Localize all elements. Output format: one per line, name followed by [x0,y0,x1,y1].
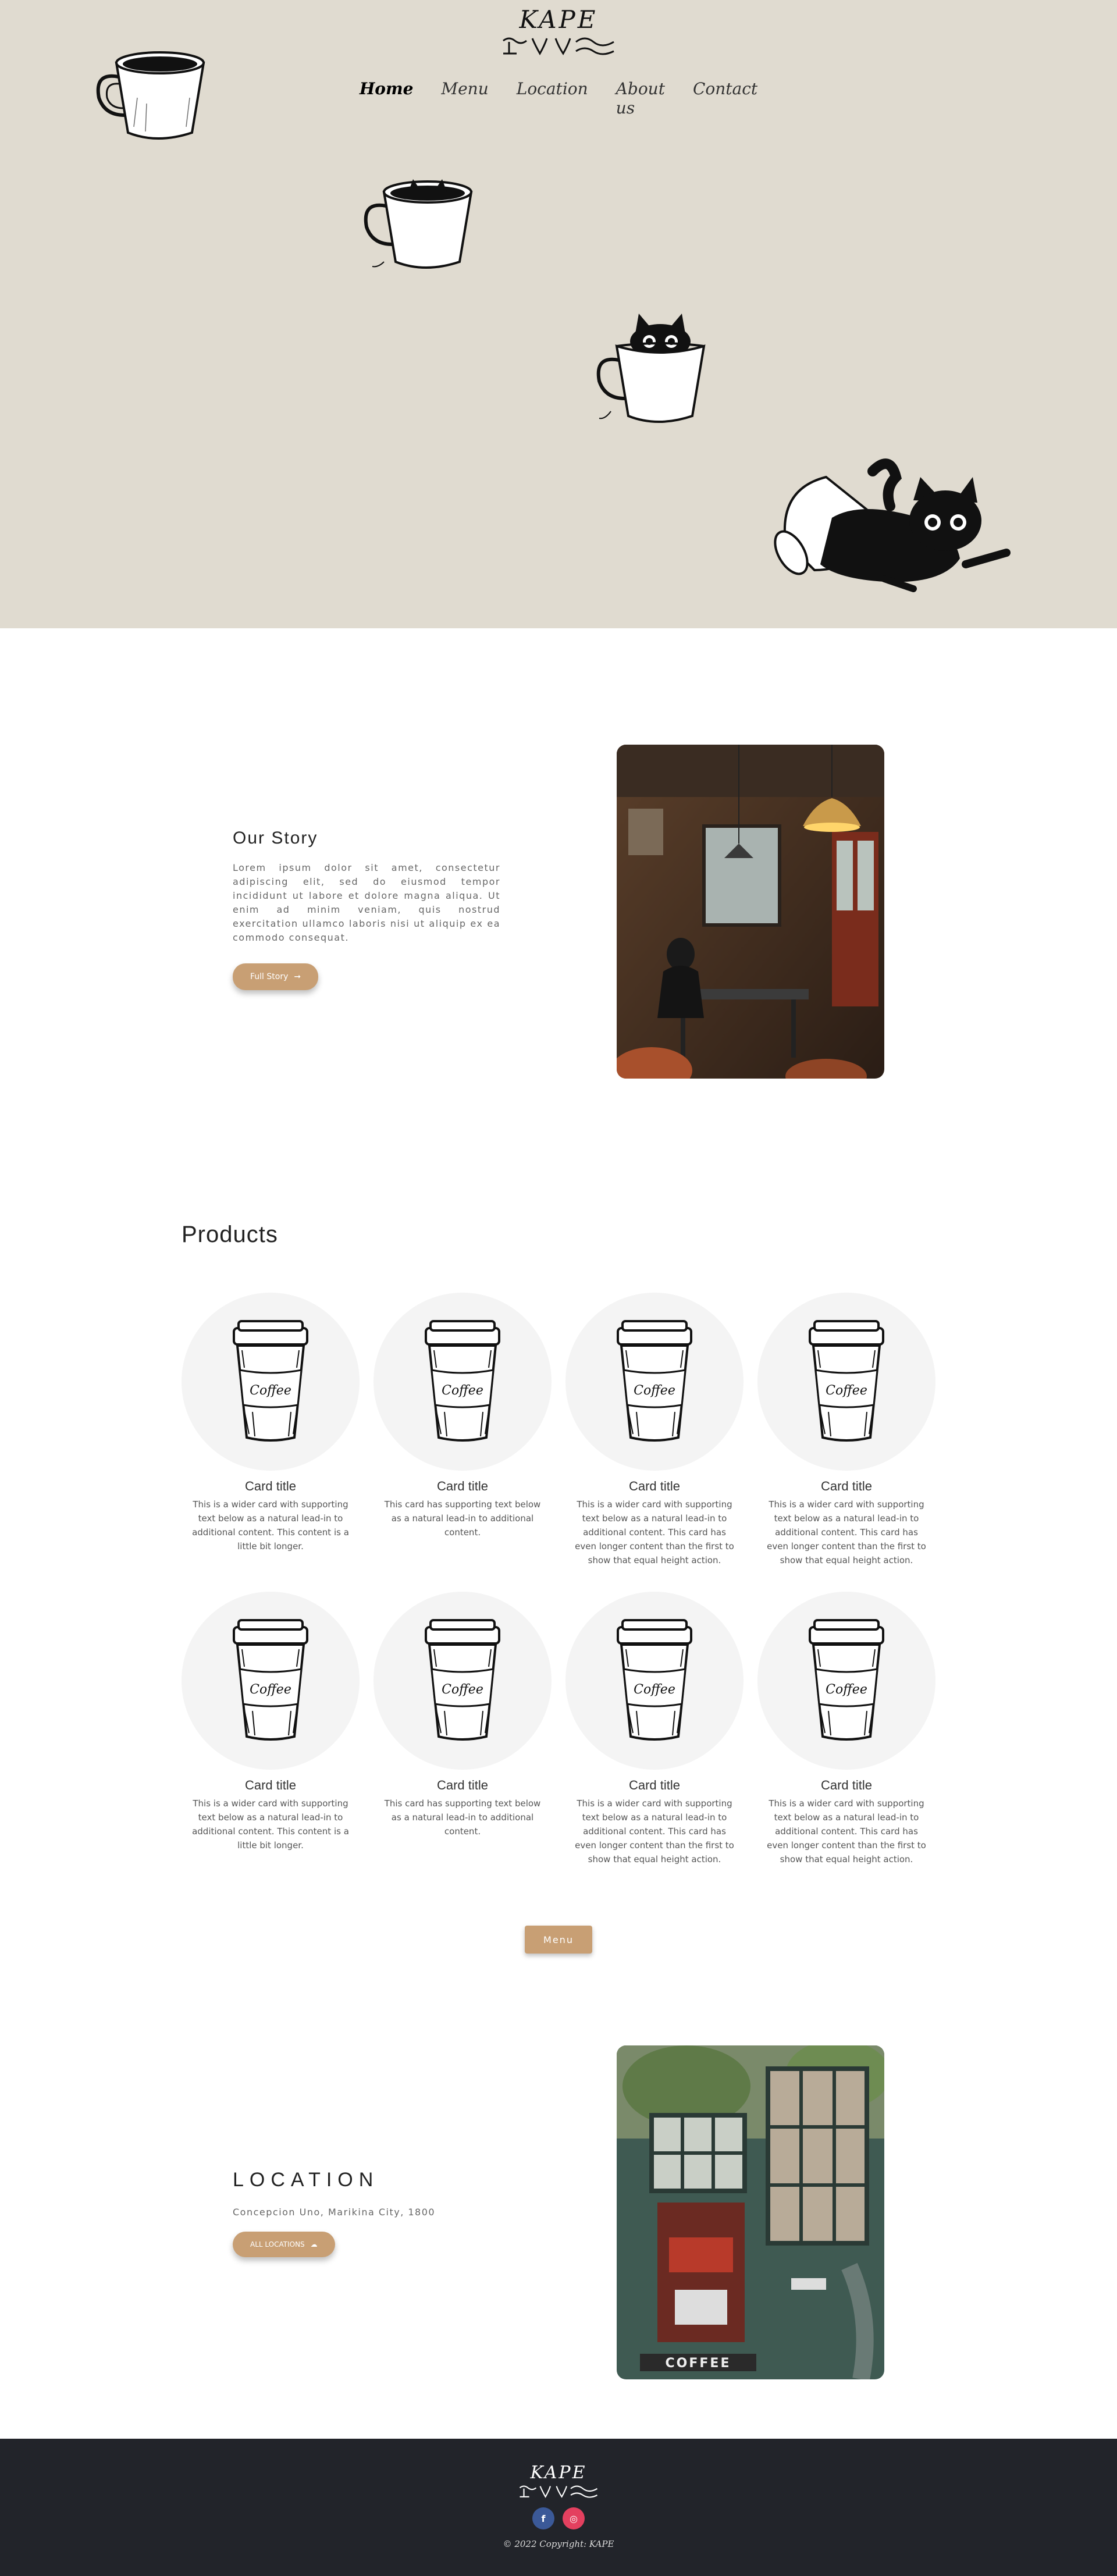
instagram-icon[interactable]: ◎ [563,2507,585,2529]
coffee-to-go-cup-icon: Coffee [617,1619,692,1741]
card-title: Card title [436,1778,489,1792]
card-text: This card has supporting text below as a… [384,1798,541,1837]
cat-peeking-cup-illustration [596,314,706,423]
all-locations-button[interactable]: ALL LOCATIONS ☁ [233,2232,335,2257]
copyright-text: © 2022 Copyright: KAPE [503,2539,614,2549]
cat-tipped-cup-illustration [774,458,1011,592]
product-grid: Coffee Card title This is a wider card w… [182,1293,935,1870]
coffee-to-go-cup-icon: Coffee [425,1619,500,1741]
cafe-interior-photo [617,745,884,1079]
svg-text:Coffee: Coffee [250,1682,291,1697]
card-text: This is a wider card with supporting tex… [192,1499,349,1552]
social-links: f ◎ [0,2507,1117,2529]
coffee-to-go-cup-icon: Coffee [425,1320,500,1442]
svg-text:Coffee: Coffee [442,1682,483,1697]
card-title: Card title [628,1778,681,1792]
story-title: Our Story [233,828,318,848]
svg-text:Coffee: Coffee [826,1682,867,1697]
site-footer: KAPE f ◎ © 2022 Copyright: KAPE [0,2439,1117,2576]
facebook-icon[interactable]: f [532,2507,554,2529]
coffee-to-go-cup-icon: Coffee [233,1619,308,1741]
product-image: Coffee [757,1592,935,1770]
all-locations-button-label: ALL LOCATIONS [250,2240,305,2248]
card-title: Card title [436,1479,489,1493]
product-card[interactable]: Coffee Card title This is a wider card w… [182,1592,360,1870]
svg-text:Coffee: Coffee [250,1383,291,1398]
card-text: This is a wider card with supporting tex… [767,1798,926,1865]
product-image: Coffee [182,1293,360,1471]
product-image: Coffee [757,1293,935,1471]
brand-logo-text: KAPE [519,5,598,34]
product-card[interactable]: Coffee Card title This is a wider card w… [757,1293,935,1571]
product-card[interactable]: Coffee Card title This is a wider card w… [182,1293,360,1571]
full-story-button-label: Full Story [250,972,289,981]
card-text: This is a wider card with supporting tex… [767,1499,926,1565]
product-card[interactable]: Coffee Card title This is a wider card w… [565,1592,744,1870]
footer-logo[interactable]: KAPE [0,2463,1117,2502]
location-section: LOCATION Concepcion Uno, Marikina City, … [233,2169,500,2257]
product-card[interactable]: Coffee Card title This card has supporti… [373,1592,552,1870]
arrow-right-icon: ➞ [294,972,301,981]
product-card[interactable]: Coffee Card title This is a wider card w… [565,1293,744,1571]
nav-about-us[interactable]: About us [616,79,665,118]
svg-text:COFFEE: COFFEE [666,2356,731,2371]
location-address: Concepcion Uno, Marikina City, 1800 [233,2207,436,2218]
product-image: Coffee [565,1592,744,1770]
card-title: Card title [820,1479,873,1493]
card-text: This is a wider card with supporting tex… [575,1798,734,1865]
nav-home[interactable]: Home [360,79,414,118]
cloud-icon: ☁ [310,2240,318,2248]
products-title: Products [182,1222,278,1247]
product-image: Coffee [373,1293,552,1471]
card-title: Card title [244,1778,297,1792]
card-text: This is a wider card with supporting tex… [575,1499,734,1565]
product-image: Coffee [373,1592,552,1770]
card-title: Card title [820,1778,873,1792]
card-title: Card title [244,1479,297,1493]
logo-waves-icon [519,2485,598,2498]
cat-in-cup-ears-illustration [364,179,473,269]
story-body: Lorem ipsum dolor sit amet, consectetur … [233,862,500,943]
menu-button[interactable]: Menu [525,1926,592,1954]
svg-text:Coffee: Coffee [442,1383,483,1398]
product-card[interactable]: Coffee Card title This card has supporti… [373,1293,552,1571]
full-story-button[interactable]: Full Story ➞ [233,963,319,990]
coffee-to-go-cup-icon: Coffee [617,1320,692,1442]
product-image: Coffee [182,1592,360,1770]
svg-text:Coffee: Coffee [826,1383,867,1398]
our-story-section: Our Story Lorem ipsum dolor sit amet, co… [233,828,500,990]
nav-location[interactable]: Location [517,79,588,118]
svg-text:Coffee: Coffee [634,1383,675,1398]
storefront-photo: COFFEE [617,2045,884,2379]
card-text: This is a wider card with supporting tex… [192,1798,349,1851]
product-image: Coffee [565,1293,744,1471]
product-card[interactable]: Coffee Card title This is a wider card w… [757,1592,935,1870]
brand-logo[interactable]: KAPE [495,6,622,64]
main-nav: Home Menu Location About us Contact [360,79,757,118]
svg-text:Coffee: Coffee [634,1682,675,1697]
footer-logo-text: KAPE [530,2463,587,2483]
hero-section: KAPE Home Menu Location About us Contact [0,0,1117,628]
card-title: Card title [628,1479,681,1493]
nav-contact[interactable]: Contact [693,79,757,118]
coffee-to-go-cup-icon: Coffee [809,1320,884,1442]
coffee-to-go-cup-icon: Coffee [809,1619,884,1741]
location-title: LOCATION [233,2169,379,2191]
coffee-to-go-cup-icon: Coffee [233,1320,308,1442]
nav-menu[interactable]: Menu [441,79,488,118]
logo-waves-icon [503,37,614,56]
card-text: This card has supporting text below as a… [384,1499,541,1538]
coffee-cup-illustration [96,51,205,140]
